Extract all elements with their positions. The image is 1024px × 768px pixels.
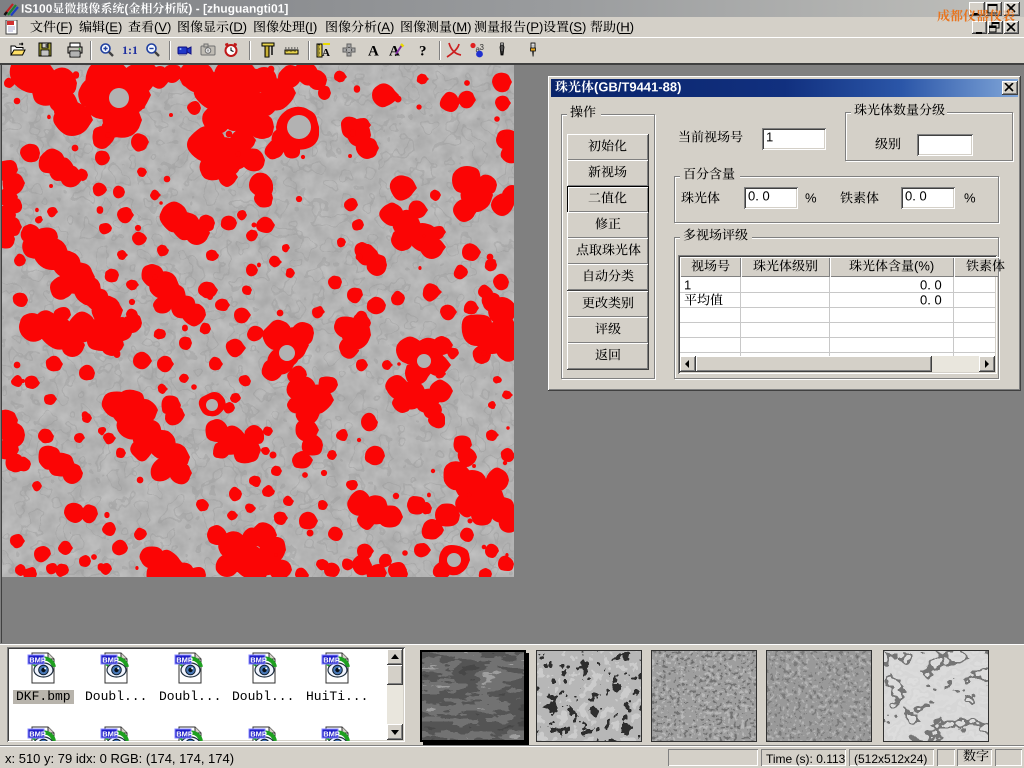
svg-text:1:1: 1:1 bbox=[122, 43, 137, 57]
svg-text:3: 3 bbox=[480, 43, 485, 52]
svg-text:?: ? bbox=[419, 44, 427, 59]
svg-text:A: A bbox=[322, 47, 330, 58]
svg-text:A: A bbox=[368, 44, 379, 59]
